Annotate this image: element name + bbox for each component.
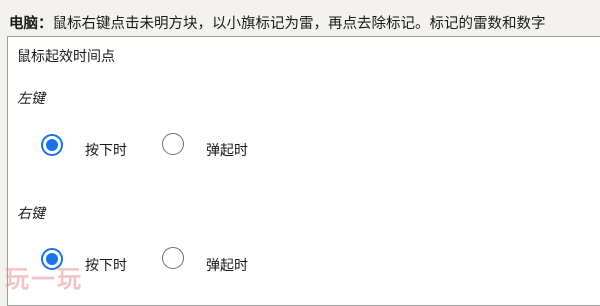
watermark-logo: 玩一玩: [5, 265, 83, 293]
intro-lead: 电脑：: [9, 16, 53, 32]
settings-panel: 鼠标起效时间点 左键 按下时 弹起时 右键 按下时 弹起时: [7, 36, 600, 306]
right-press-label[interactable]: 按下时: [85, 257, 127, 275]
left-press-radio[interactable]: [41, 134, 63, 156]
left-button-label: 左键: [17, 91, 45, 107]
left-press-label[interactable]: 按下时: [85, 142, 127, 160]
intro-text: 电脑：鼠标右键点击未明方块，以小旗标记为雷，再点去除标记。标记的雷数和数字: [9, 14, 546, 34]
right-release-label[interactable]: 弹起时: [206, 257, 248, 275]
left-release-label[interactable]: 弹起时: [206, 142, 248, 160]
right-button-label: 右键: [17, 206, 45, 222]
left-release-radio[interactable]: [162, 133, 184, 155]
intro-body: 鼠标右键点击未明方块，以小旗标记为雷，再点去除标记。标记的雷数和数字: [52, 16, 546, 32]
right-release-radio[interactable]: [162, 247, 184, 269]
panel-title: 鼠标起效时间点: [17, 49, 115, 65]
